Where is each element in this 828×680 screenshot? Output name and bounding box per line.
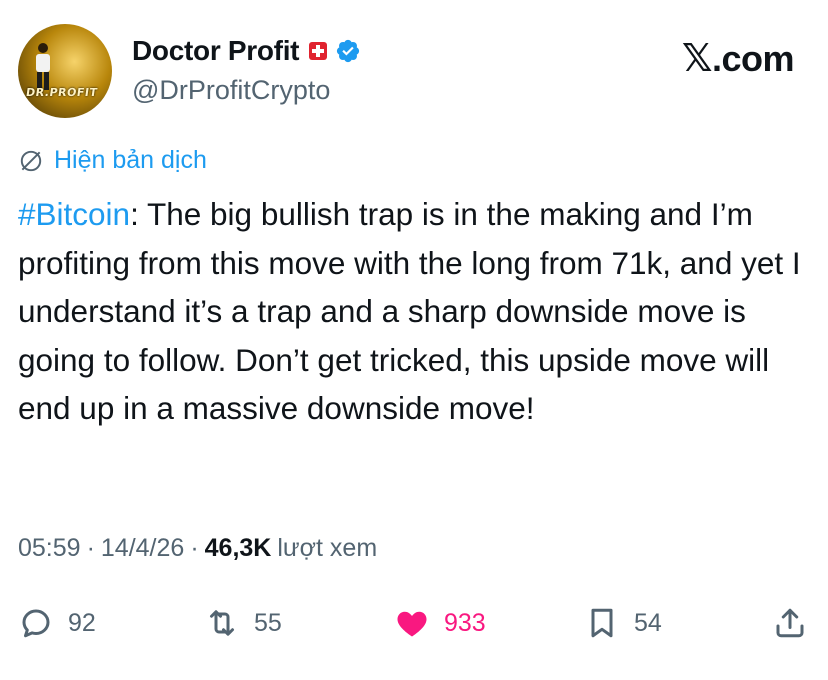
action-bar: 92 55 933 54 [18,598,810,648]
swiss-flag-icon [309,42,328,60]
repost-button[interactable]: 55 [204,598,282,648]
author-display-name[interactable]: Doctor Profit [132,35,300,67]
tweet-meta: 05:59 · 14/4/26 · 46,3K lượt xem [18,534,377,563]
meta-separator: · [190,534,199,562]
person-silhouette-icon [36,43,50,90]
avatar[interactable]: DR.PROFIT [18,24,112,118]
avatar-logo-text: DR.PROFIT [25,86,99,99]
author-handle[interactable]: @DrProfitCrypto [132,75,330,106]
heart-filled-icon [397,611,427,637]
author-name-row: Doctor Profit [132,34,361,68]
like-button[interactable]: 933 [394,598,486,648]
tweet-time[interactable]: 05:59 [18,534,81,563]
hashtag-link[interactable]: #Bitcoin [18,196,130,232]
brand-watermark: 𝕏 .com [681,36,795,80]
x-logo-icon: 𝕏 [681,36,713,80]
like-count: 933 [444,608,486,637]
verified-badge-icon[interactable] [335,38,361,64]
repost-icon [210,610,234,636]
translate-label: Hiện bản dịch [54,146,207,174]
bookmark-icon [591,608,613,638]
tweet-body: #Bitcoin: The big bullish trap is in the… [18,190,814,433]
reply-icon [22,609,50,638]
brand-label: .com [711,38,795,79]
repost-count: 55 [254,608,282,637]
tweet-text: : The big bullish trap is in the making … [18,196,801,426]
meta-separator: · [86,534,95,562]
share-icon [776,608,804,638]
views-count[interactable]: 46,3K [205,534,272,563]
share-button[interactable] [772,598,808,648]
reply-count: 92 [68,608,96,637]
tweet-date[interactable]: 14/4/26 [101,534,184,563]
translate-link[interactable]: Hiện bản dịch [18,146,207,175]
reply-button[interactable]: 92 [18,598,96,648]
bookmark-count: 54 [634,608,662,637]
translate-globe-icon [20,150,42,171]
views-label: lượt xem [277,534,378,562]
bookmark-button[interactable]: 54 [584,598,662,648]
